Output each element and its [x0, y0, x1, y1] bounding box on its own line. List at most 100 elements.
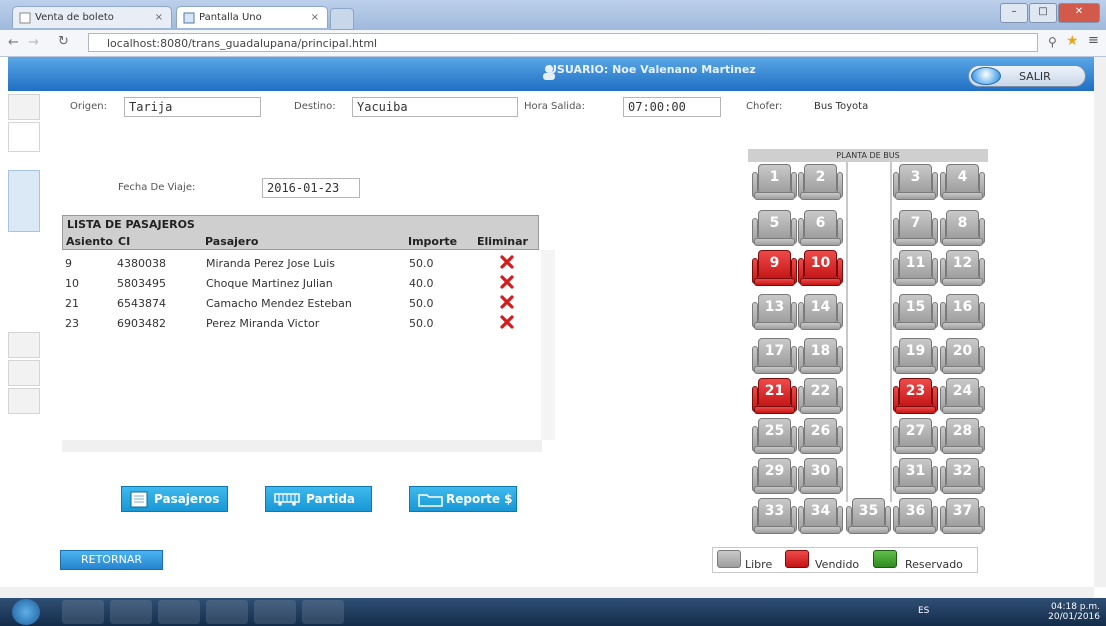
clock[interactable]: 04:18 p.m. 20/01/2016: [1048, 602, 1100, 622]
dreamweaver-icon[interactable]: [254, 600, 296, 624]
delete-icon[interactable]: [499, 314, 515, 330]
table-row[interactable]: 10 5803495 Choque Martinez Julian 40.0: [62, 273, 539, 293]
table-row[interactable]: 21 6543874 Camacho Mendez Esteban 50.0: [62, 293, 539, 313]
seat-12[interactable]: 12: [940, 250, 985, 286]
seat-11[interactable]: 11: [893, 250, 938, 286]
maximize-button[interactable]: □: [1029, 3, 1057, 23]
side-nav-item[interactable]: [8, 360, 40, 386]
menu-icon[interactable]: ≡: [1088, 33, 1099, 48]
retornar-button[interactable]: RETORNAR: [60, 550, 163, 570]
forward-icon[interactable]: →: [28, 35, 39, 50]
seat-28[interactable]: 28: [940, 418, 985, 454]
seat-2[interactable]: 2: [798, 164, 843, 200]
seat-1[interactable]: 1: [752, 164, 797, 200]
seat-29[interactable]: 29: [752, 458, 797, 494]
side-nav-item-active[interactable]: [8, 170, 40, 232]
destino-field[interactable]: Yacuiba: [352, 97, 518, 117]
seat-20[interactable]: 20: [940, 338, 985, 374]
seat-7[interactable]: 7: [893, 210, 938, 246]
seat-10[interactable]: 10: [798, 250, 843, 286]
origen-field[interactable]: Tarija: [124, 97, 261, 117]
side-nav-item[interactable]: [8, 94, 40, 120]
media-player-icon[interactable]: [110, 600, 152, 624]
seat-19[interactable]: 19: [893, 338, 938, 374]
tab-venta-de-boleto[interactable]: Venta de boleto ×: [12, 6, 172, 28]
seat-25[interactable]: 25: [752, 418, 797, 454]
start-button[interactable]: [12, 599, 40, 625]
close-tab-icon[interactable]: ×: [311, 7, 319, 29]
col-pasajero[interactable]: Pasajero: [205, 235, 258, 248]
zoom-icon[interactable]: ⚲: [1048, 35, 1057, 49]
seat-22[interactable]: 22: [798, 378, 843, 414]
seat-17[interactable]: 17: [752, 338, 797, 374]
side-nav-item[interactable]: [8, 388, 40, 414]
seat-31[interactable]: 31: [893, 458, 938, 494]
seat-37[interactable]: 37: [940, 498, 985, 534]
tab-pantalla-uno[interactable]: Pantalla Uno ×: [176, 6, 328, 28]
hora-salida-field[interactable]: 07:00:00: [623, 97, 721, 117]
word-icon[interactable]: [206, 600, 248, 624]
eclipse-icon[interactable]: [302, 600, 344, 624]
partida-label: Partida: [306, 492, 356, 506]
seat-32[interactable]: 32: [940, 458, 985, 494]
delete-icon[interactable]: [499, 254, 515, 270]
seat-18[interactable]: 18: [798, 338, 843, 374]
page-horizontal-scrollbar[interactable]: [0, 587, 1094, 598]
chrome-icon[interactable]: [158, 600, 200, 624]
seat-24[interactable]: 24: [940, 378, 985, 414]
table-vertical-scrollbar[interactable]: [541, 250, 555, 440]
table-row[interactable]: 23 6903482 Perez Miranda Victor 50.0: [62, 313, 539, 333]
close-window-button[interactable]: ✕: [1058, 3, 1100, 23]
seat-27[interactable]: 27: [893, 418, 938, 454]
seat-14[interactable]: 14: [798, 294, 843, 330]
star-icon[interactable]: ★: [1066, 33, 1079, 49]
table-horizontal-scrollbar[interactable]: [62, 440, 542, 452]
col-asiento[interactable]: Asiento: [66, 235, 113, 248]
delete-icon[interactable]: [499, 274, 515, 290]
reload-icon[interactable]: ↻: [58, 34, 69, 49]
bus-icon: [274, 493, 300, 506]
page-vertical-scrollbar[interactable]: [1094, 57, 1106, 587]
url-input[interactable]: localhost:8080/trans_guadalupana/princip…: [88, 33, 1038, 52]
col-importe[interactable]: Importe: [408, 235, 457, 248]
col-eliminar[interactable]: Eliminar: [477, 235, 528, 248]
seat-6[interactable]: 6: [798, 210, 843, 246]
pasajeros-label: Pasajeros: [154, 492, 220, 506]
seat-15[interactable]: 15: [893, 294, 938, 330]
seat-33[interactable]: 33: [752, 498, 797, 534]
seat-4[interactable]: 4: [940, 164, 985, 200]
seat-base: [754, 526, 795, 534]
salir-button[interactable]: SALIR: [968, 65, 1086, 87]
fecha-viaje-field[interactable]: 2016-01-23: [262, 178, 360, 198]
partida-button[interactable]: Partida: [265, 486, 372, 512]
seat-16[interactable]: 16: [940, 294, 985, 330]
col-ci[interactable]: CI: [118, 235, 130, 248]
seat-8[interactable]: 8: [940, 210, 985, 246]
seat-number: 26: [810, 423, 831, 439]
seat-13[interactable]: 13: [752, 294, 797, 330]
seat-26[interactable]: 26: [798, 418, 843, 454]
seat-9[interactable]: 9: [752, 250, 797, 286]
reporte-button[interactable]: Reporte $: [409, 486, 517, 512]
seat-5[interactable]: 5: [752, 210, 797, 246]
folder-icon: [418, 494, 443, 507]
language-indicator[interactable]: ES: [918, 606, 929, 616]
back-icon[interactable]: ←: [8, 35, 19, 50]
delete-icon[interactable]: [499, 294, 515, 310]
pasajeros-button[interactable]: Pasajeros: [121, 486, 228, 512]
side-nav-item[interactable]: [8, 122, 40, 152]
table-body: 9 4380038 Miranda Perez Jose Luis 50.0 1…: [62, 250, 539, 440]
seat-21[interactable]: 21: [752, 378, 797, 414]
seat-30[interactable]: 30: [798, 458, 843, 494]
seat-3[interactable]: 3: [893, 164, 938, 200]
seat-35[interactable]: 35: [846, 498, 891, 534]
seat-36[interactable]: 36: [893, 498, 938, 534]
table-row[interactable]: 9 4380038 Miranda Perez Jose Luis 50.0: [62, 253, 539, 273]
minimize-button[interactable]: –: [1000, 3, 1028, 23]
explorer-icon[interactable]: [62, 600, 104, 624]
seat-34[interactable]: 34: [798, 498, 843, 534]
close-tab-icon[interactable]: ×: [155, 7, 163, 29]
seat-23[interactable]: 23: [893, 378, 938, 414]
side-nav-item[interactable]: [8, 332, 40, 358]
new-tab-button[interactable]: [330, 8, 354, 30]
